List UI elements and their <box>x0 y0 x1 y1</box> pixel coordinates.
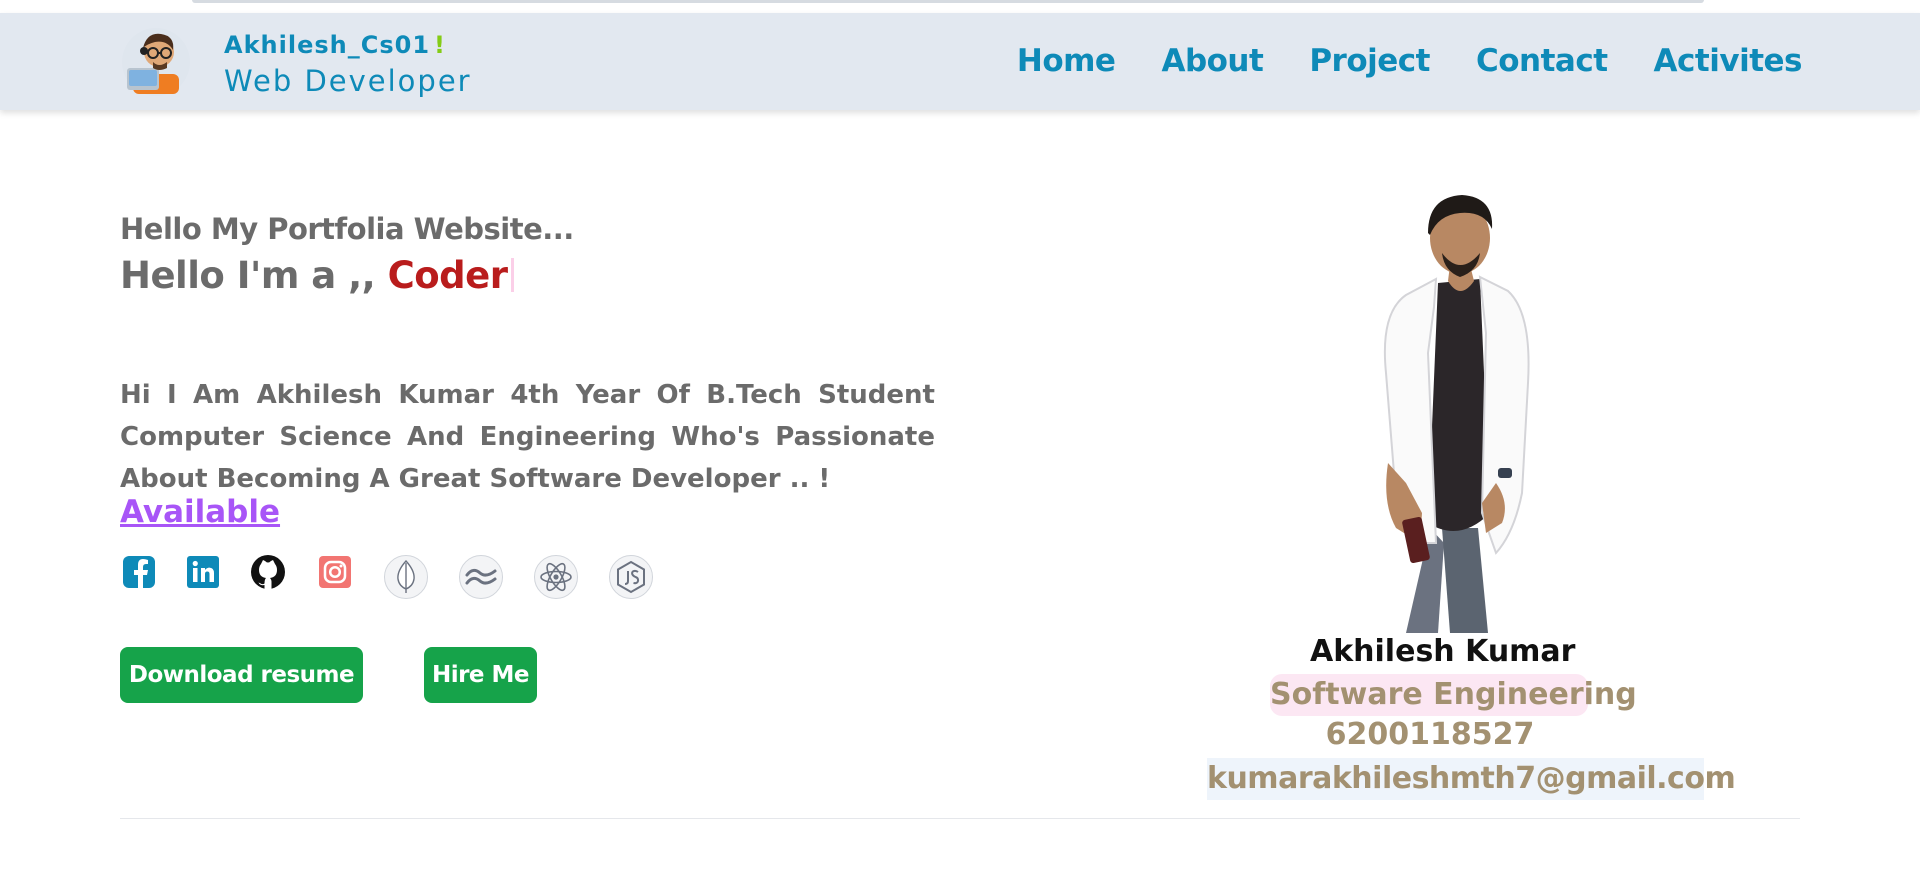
hero-greeting: Hello My Portfolia Website... <box>120 212 574 246</box>
headline-typed-word: Coder <box>387 254 508 297</box>
brand-exclaim: ! <box>434 31 446 59</box>
profile-phone: 6200118527 <box>1325 717 1535 752</box>
nav-link-contact[interactable]: Contact <box>1476 43 1608 79</box>
hero-bio: Hi I Am Akhilesh Kumar 4th Year Of B.Tec… <box>120 380 935 494</box>
nav-link-activites[interactable]: Activites <box>1654 43 1803 79</box>
profile-role: Software Engineering <box>1270 674 1637 716</box>
mongodb-icon <box>384 555 428 599</box>
browser-top-bar <box>192 0 1704 3</box>
nav-link-home[interactable]: Home <box>1017 43 1116 79</box>
section-divider <box>120 818 1800 819</box>
nav-link-about[interactable]: About <box>1161 43 1263 79</box>
profile-photo <box>1310 183 1540 633</box>
hire-me-button[interactable]: Hire Me <box>424 647 537 703</box>
headline-prefix: Hello I'm a ,, <box>120 254 388 297</box>
download-resume-button[interactable]: Download resume <box>120 647 363 703</box>
avatar <box>119 24 193 98</box>
github-icon[interactable] <box>250 554 286 594</box>
nodejs-icon <box>609 555 653 599</box>
brand-role: Web Developer <box>224 64 472 98</box>
linkedin-icon[interactable] <box>186 555 220 593</box>
nav-menu: Home About Project Contact Activites <box>1017 43 1803 79</box>
navbar: Akhilesh_Cs01! Web Developer Home About … <box>0 13 1920 110</box>
profile-email: kumarakhileshmth7@gmail.com <box>1207 758 1736 800</box>
available-link[interactable]: Available <box>120 494 280 530</box>
brand-name-text: Akhilesh_Cs01 <box>224 31 431 59</box>
tailwind-icon <box>459 555 503 599</box>
typing-cursor <box>510 258 514 292</box>
nav-link-project[interactable]: Project <box>1309 43 1430 79</box>
brand-name: Akhilesh_Cs01! <box>224 31 446 59</box>
hero-headline: Hello I'm a ,, Coder <box>120 254 514 297</box>
facebook-icon[interactable] <box>122 555 156 593</box>
instagram-icon[interactable] <box>318 555 352 593</box>
react-icon <box>534 555 578 599</box>
profile-name: Akhilesh Kumar <box>1310 634 1576 669</box>
